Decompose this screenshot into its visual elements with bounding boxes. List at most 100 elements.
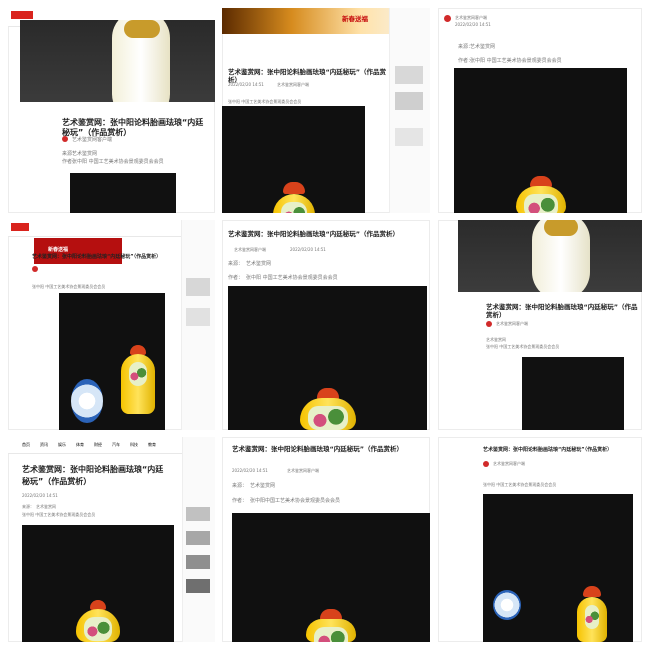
- thumb-3: [186, 555, 210, 569]
- author-avatar: [483, 461, 489, 467]
- thumb-3: [395, 128, 423, 146]
- nav-item-7[interactable]: 科技: [130, 442, 138, 448]
- plate-illustration: [71, 379, 103, 423]
- author-value: 张中阳 中国工艺美术协会景观委员会会员: [483, 482, 557, 487]
- nav-item-3[interactable]: 娱乐: [58, 442, 66, 448]
- date-time: 2022/02/20 14:51: [232, 468, 268, 473]
- bottle-body: [76, 609, 120, 642]
- nav-item-5[interactable]: 财经: [94, 442, 102, 448]
- bottle-body: [306, 619, 356, 642]
- nav-logo: [11, 11, 33, 19]
- bottle-cap: [544, 220, 578, 236]
- bottle-body: [515, 186, 566, 213]
- collage-grid: 艺术鉴赏网：张中阳论料胎画珐琅“内廷秘玩”（作品赏析） 艺术鉴赏网客户端 来源：…: [0, 0, 650, 650]
- panel-3: 艺术鉴赏网客户端 2022/02/20 14:51 来源： 艺术鉴赏网 作者： …: [438, 8, 642, 213]
- thumb-2: [186, 531, 210, 545]
- publisher-text: 艺术鉴赏网客户端: [496, 321, 528, 326]
- plate-illustration: [493, 590, 521, 620]
- publisher-text: 艺术鉴赏网客户端: [455, 15, 487, 20]
- promo-text: 新春送福: [48, 247, 69, 253]
- author-label: 作者：: [228, 275, 244, 281]
- article-image: [70, 173, 176, 213]
- source-value: 艺术鉴赏网: [470, 44, 496, 50]
- thumb-1: [395, 66, 423, 84]
- article-title-line-1: 艺术鉴赏网：张中阳论料胎画珐琅“内廷: [22, 465, 164, 474]
- publisher-text: 艺术鉴赏网客户端: [72, 137, 113, 143]
- bottle-cap: [124, 20, 160, 38]
- article-title: 艺术鉴赏网：张中阳论料胎画珐琅“内廷秘玩”（作品赏析）: [228, 230, 400, 238]
- author-avatar: [486, 321, 492, 327]
- bottle-body: [299, 398, 356, 430]
- publisher-text: 艺术鉴赏网客户端: [277, 82, 309, 87]
- article-image: [222, 106, 365, 213]
- source-label: 来源：: [232, 483, 248, 489]
- nav-item-6[interactable]: 汽车: [112, 442, 120, 448]
- source-value: 艺术鉴赏网: [246, 261, 272, 267]
- article-title: 艺术鉴赏网：张中阳论料胎画珐琅“内廷秘玩”（作品赏析）: [483, 447, 613, 453]
- nav-logo: [11, 223, 29, 231]
- author-avatar: [444, 15, 451, 22]
- panel-4: 新春送福 开 我 艺术鉴赏网：张中阳论料胎画珐琅“内廷秘玩”（作品赏析） 张中阳…: [8, 220, 215, 430]
- author-avatar: [62, 136, 68, 142]
- right-rail: [181, 220, 215, 430]
- right-rail: [389, 8, 430, 213]
- nav-item-8[interactable]: 教育: [148, 442, 156, 448]
- source-value: 艺术鉴赏网: [36, 504, 56, 509]
- author-value: 张中阳 中国工艺美术协会景观委员会会员: [246, 275, 338, 281]
- thumb-1: [186, 278, 210, 296]
- source-value: 艺术鉴赏网: [486, 337, 506, 342]
- source-value: 艺术鉴赏网: [72, 151, 98, 157]
- article-image: [454, 68, 627, 213]
- author-value: 张中阳 中国工艺美术协会景观委员会会员: [228, 99, 302, 104]
- author-value: 张中阳 中国工艺美术协会景观委员会会员: [72, 159, 164, 165]
- date-time: 2022/02/20 14:51: [455, 22, 491, 27]
- author-value: 张中阳 中国工艺美术协会景观委员会会员: [470, 58, 562, 64]
- thumb-4: [186, 579, 210, 593]
- hero-photo: [20, 20, 215, 102]
- nav-item-2[interactable]: 资讯: [40, 442, 48, 448]
- article-image: [522, 357, 624, 430]
- thumb-1: [186, 507, 210, 521]
- article-title: 艺术鉴赏网：张中阳论料胎画珐琅“内廷秘玩”（作品赏析）: [486, 303, 638, 320]
- bottle-body: [272, 194, 315, 213]
- thumb-2: [395, 92, 423, 110]
- nav-item-1[interactable]: 首页: [22, 442, 30, 448]
- author-value: 张中阳 中国工艺美术协会景观委员会会员: [32, 284, 106, 289]
- author-value: 张中阳中国工艺美术协会景观委员会会员: [250, 498, 341, 504]
- thumb-2: [186, 308, 210, 326]
- date-time: 2022/02/20 14:51: [228, 82, 264, 87]
- publisher-text: 艺术鉴赏网客户端: [493, 461, 525, 466]
- panel-5: 艺术鉴赏网：张中阳论料胎画珐琅“内廷秘玩”（作品赏析） 艺术鉴赏网客户端 202…: [222, 220, 430, 430]
- bottle-cap: [282, 182, 305, 194]
- article-title: 艺术鉴赏网：张中阳论料胎画珐琅“内廷秘玩”（作品赏析）: [32, 254, 162, 260]
- publisher-text: 艺术鉴赏网客户端: [287, 468, 319, 473]
- bottle-body: [577, 597, 607, 642]
- banner-text: 新春送福: [342, 15, 368, 23]
- source-label: 来源：: [228, 261, 244, 267]
- article-image: [228, 286, 427, 430]
- article-image: [22, 525, 174, 642]
- bottle-cap: [583, 586, 601, 597]
- date-time: 2022/02/20 14:51: [290, 247, 326, 252]
- panel-6: 艺术鉴赏网：张中阳论料胎画珐琅“内廷秘玩”（作品赏析） 艺术鉴赏网客户端 艺术鉴…: [438, 220, 642, 430]
- panel-2: 新春送福 艺术鉴赏网：张中阳论料胎画珐琅“内廷秘玩”（作品赏析） 2022/02…: [222, 8, 430, 213]
- article-image: [232, 513, 430, 642]
- publisher-text: 艺术鉴赏网客户端: [234, 247, 266, 252]
- author-value: 张中阳 中国工艺美术协会景观委员会会员: [486, 344, 560, 349]
- date-time: 2022/02/20 14:51: [22, 493, 58, 498]
- right-rail: [182, 437, 215, 642]
- bottle-body: [121, 354, 155, 414]
- article-title: 艺术鉴赏网：张中阳论料胎画珐琅“内廷秘玩”（作品赏析）: [232, 445, 404, 453]
- panel-8: 艺术鉴赏网：张中阳论料胎画珐琅“内廷秘玩”（作品赏析） 2022/02/20 1…: [222, 437, 430, 642]
- article-image: [59, 293, 165, 430]
- author-label: 作者：: [232, 498, 248, 504]
- hero-photo: [458, 220, 642, 292]
- author-avatar: [32, 266, 38, 272]
- panel-9: 艺术鉴赏网：张中阳论料胎画珐琅“内廷秘玩”（作品赏析） 艺术鉴赏网客户端 张中阳…: [438, 437, 642, 642]
- nav-item-4[interactable]: 体育: [76, 442, 84, 448]
- panel-1: 艺术鉴赏网：张中阳论料胎画珐琅“内廷秘玩”（作品赏析） 艺术鉴赏网客户端 来源：…: [8, 8, 215, 213]
- article-image: [483, 494, 633, 642]
- article-title-line-2: 秘玩”（作品赏析）: [22, 477, 92, 486]
- source-label: 来源：: [22, 504, 34, 509]
- source-value: 艺术鉴赏网: [250, 483, 276, 489]
